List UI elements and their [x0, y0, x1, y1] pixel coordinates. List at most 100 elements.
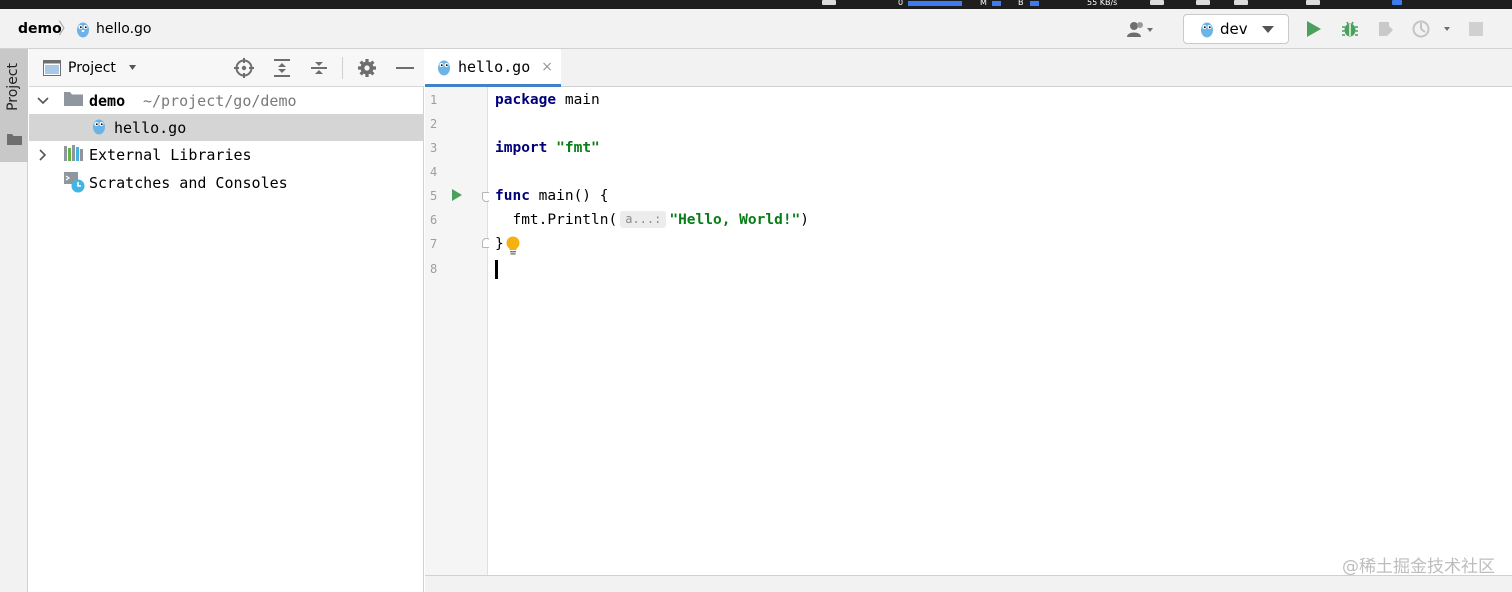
battery-label: B: [1018, 0, 1024, 7]
tree-item-label: Scratches and Consoles: [89, 173, 288, 192]
breadcrumb-file[interactable]: hello.go: [76, 9, 152, 49]
code-line-3: import "fmt": [495, 136, 600, 160]
library-icon: [64, 144, 84, 165]
debug-button[interactable]: [1338, 9, 1362, 49]
code-text: ): [800, 212, 810, 228]
line-number: 6: [430, 213, 438, 227]
locate-file-button[interactable]: [231, 49, 257, 87]
tree-item-label: External Libraries: [89, 145, 252, 164]
expand-all-icon: [274, 59, 290, 77]
settings-button[interactable]: [354, 49, 380, 87]
chevron-down-icon: [128, 65, 136, 70]
gopher-icon: [77, 22, 89, 38]
chevron-down-icon[interactable]: [35, 93, 51, 109]
menubar-icon[interactable]: [1150, 0, 1164, 5]
gopher-icon: [92, 117, 106, 139]
parameter-hint: a...:: [620, 211, 667, 228]
string-literal: "fmt": [556, 140, 600, 156]
close-icon[interactable]: ×: [541, 59, 553, 75]
project-panel-header: Project: [29, 49, 424, 87]
memory-label: M: [980, 0, 987, 7]
gopher-icon: [1201, 22, 1213, 38]
line-number: 2: [430, 117, 438, 131]
tree-item-path: ~/project/go/demo: [143, 91, 297, 110]
battery-meter: [1030, 1, 1039, 6]
tree-item-label: demo: [89, 91, 126, 110]
menubar-icon[interactable]: [1196, 0, 1210, 5]
tree-item-external-libraries[interactable]: External Libraries: [29, 141, 424, 168]
run-configuration-select[interactable]: dev: [1183, 14, 1289, 44]
coverage-icon: [1379, 22, 1393, 36]
tree-item-label: hello.go: [114, 118, 187, 137]
tree-item-demo[interactable]: demo ~/project/go/demo: [29, 87, 424, 114]
code-editor[interactable]: package main import "fmt" func main() { …: [489, 87, 1512, 575]
project-window-icon: [43, 60, 61, 76]
lightbulb-icon[interactable]: [505, 236, 521, 260]
folder-icon: [7, 133, 22, 149]
text-cursor: [495, 260, 498, 279]
tree-item-hello-go[interactable]: hello.go: [29, 114, 424, 141]
menubar-icon[interactable]: [1392, 0, 1402, 5]
profiler-icon: [1412, 20, 1450, 38]
code-line-6: fmt.Println(a...: "Hello, World!"): [495, 208, 809, 232]
chevron-right-icon[interactable]: [35, 147, 51, 163]
project-panel: Project demo ~/project/go/demo hello.go …: [29, 49, 424, 592]
line-number: 7: [430, 237, 438, 251]
gopher-icon: [438, 60, 450, 75]
network-speed: 55 KB/s: [1087, 0, 1118, 7]
menubar-icon[interactable]: [822, 0, 836, 5]
code-line-7: }: [495, 232, 504, 256]
run-gutter-icon[interactable]: [452, 189, 462, 201]
breadcrumb-root[interactable]: demo: [18, 9, 62, 49]
code-text: main() {: [529, 188, 609, 204]
keyword: func: [495, 188, 530, 204]
keyword: import: [495, 140, 548, 156]
project-panel-title: Project: [68, 60, 116, 76]
stop-button[interactable]: [1466, 9, 1486, 49]
gear-icon: [358, 59, 376, 77]
line-number: 4: [430, 165, 438, 179]
line-number: 8: [430, 262, 438, 276]
watermark: @稀土掘金技术社区: [1342, 557, 1495, 577]
code-line-5: func main() {: [495, 184, 609, 208]
collapse-all-icon: [311, 62, 327, 74]
hide-panel-button[interactable]: [392, 49, 418, 87]
status-bar: [425, 575, 1512, 592]
navigation-bar: demo 〉 hello.go dev: [0, 9, 1512, 49]
tab-label: hello.go: [458, 57, 531, 76]
menubar-icon[interactable]: [1306, 0, 1320, 5]
collapse-all-button[interactable]: [306, 49, 332, 87]
run-with-coverage-button[interactable]: [1374, 9, 1398, 49]
scratches-icon: [64, 172, 85, 197]
cpu-label: 0: [898, 0, 904, 7]
expand-all-button[interactable]: [269, 49, 295, 87]
string-literal: "Hello, World!": [669, 212, 801, 228]
chevron-down-icon: [1262, 26, 1274, 33]
tab-hello-go[interactable]: hello.go ×: [425, 49, 561, 87]
breadcrumb-file-label: hello.go: [96, 21, 152, 37]
bug-icon: [1342, 21, 1358, 37]
code-line-1: package main: [495, 88, 600, 112]
line-number: 1: [430, 93, 438, 107]
divider: [342, 57, 343, 79]
editor-gutter: 1 2 3 4 5 6 7 8: [425, 87, 491, 575]
keyword: package: [495, 92, 557, 108]
macos-menubar: 0 M B 55 KB/s: [0, 0, 1512, 9]
menubar-icon[interactable]: [1234, 0, 1248, 5]
tree-item-scratches[interactable]: Scratches and Consoles: [29, 169, 424, 196]
folder-icon: [64, 91, 83, 110]
project-tool-label: Project: [5, 63, 21, 111]
line-number: 5: [430, 189, 438, 203]
user-icon: [1127, 22, 1153, 37]
run-config-label: dev: [1220, 20, 1248, 38]
code-text: main: [556, 92, 600, 108]
play-icon: [1307, 21, 1321, 37]
cpu-meter: [908, 1, 962, 6]
memory-meter: [992, 1, 1001, 6]
run-button[interactable]: [1302, 9, 1326, 49]
profile-button[interactable]: [1408, 9, 1454, 49]
tool-window-strip: Project: [0, 49, 28, 592]
project-view-selector[interactable]: Project: [43, 49, 141, 87]
vcs-user-button[interactable]: [1123, 9, 1163, 49]
minimize-icon: [396, 67, 414, 69]
